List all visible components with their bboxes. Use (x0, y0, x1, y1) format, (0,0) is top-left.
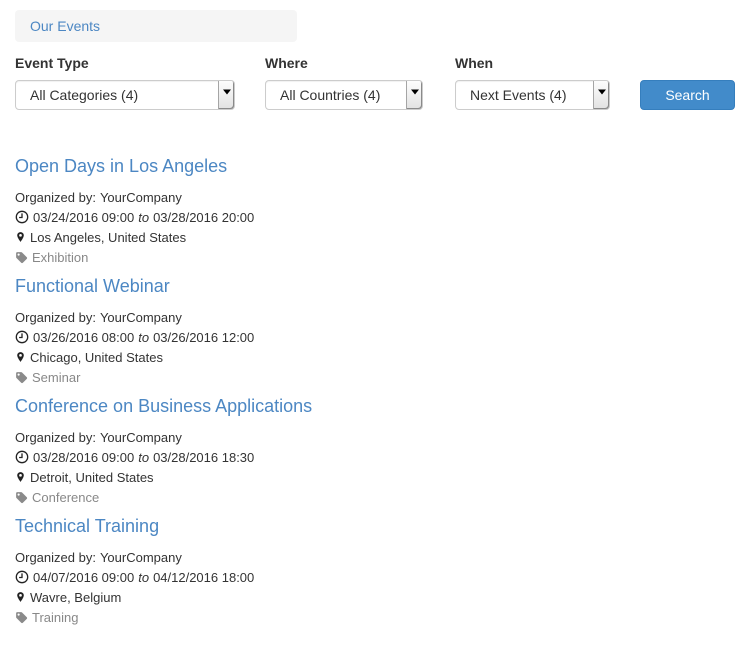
event-organizer-line: Organized by: YourCompany (15, 188, 735, 208)
event-tag: Exhibition (32, 250, 88, 265)
event-organizer-line: Organized by: YourCompany (15, 428, 735, 448)
event-title-link[interactable]: Conference on Business Applications (15, 396, 312, 416)
filter-when-label: When (455, 55, 610, 72)
event-date-line: 03/28/2016 09:00 to 03/28/2016 18:30 (15, 448, 735, 468)
clock-icon (15, 210, 29, 224)
event-date-start: 04/07/2016 09:00 (33, 570, 134, 585)
date-separator: to (138, 330, 149, 345)
event-organizer-line: Organized by: YourCompany (15, 308, 735, 328)
event-title-link[interactable]: Technical Training (15, 516, 159, 536)
tag-icon (15, 251, 28, 264)
where-select[interactable]: All Countries (4) (265, 80, 423, 110)
event-location: Chicago, United States (30, 350, 163, 365)
event-organizer-line: Organized by: YourCompany (15, 548, 735, 568)
map-marker-icon (15, 590, 26, 604)
event-date-line: 03/26/2016 08:00 to 03/26/2016 12:00 (15, 328, 735, 348)
event-tag-line: Training (15, 608, 735, 628)
clock-icon (15, 570, 29, 584)
clock-icon (15, 450, 29, 464)
organized-by-label: Organized by: (15, 550, 96, 565)
event-date-start: 03/28/2016 09:00 (33, 450, 134, 465)
when-selected-value: Next Events (4) (456, 81, 566, 109)
event-card: Functional Webinar Organized by: YourComp… (15, 276, 735, 388)
organized-by-label: Organized by: (15, 310, 96, 325)
tag-icon (15, 611, 28, 624)
page-container: Our Events Event Type All Categories (4)… (0, 0, 750, 628)
event-date-end: 03/28/2016 20:00 (153, 210, 254, 225)
date-separator: to (138, 570, 149, 585)
event-date-end: 04/12/2016 18:00 (153, 570, 254, 585)
event-location-line: Detroit, United States (15, 468, 735, 488)
date-separator: to (138, 450, 149, 465)
organizer-name: YourCompany (100, 550, 182, 565)
chevron-down-icon (593, 81, 609, 109)
event-date-end: 03/26/2016 12:00 (153, 330, 254, 345)
event-title-link[interactable]: Open Days in Los Angeles (15, 156, 227, 176)
event-tag-line: Seminar (15, 368, 735, 388)
organized-by-label: Organized by: (15, 190, 96, 205)
tag-icon (15, 371, 28, 384)
search-button[interactable]: Search (640, 80, 735, 110)
map-marker-icon (15, 230, 26, 244)
event-tag-line: Exhibition (15, 248, 735, 268)
chevron-down-icon (406, 81, 422, 109)
filter-event-type: Event Type All Categories (4) (15, 55, 235, 110)
where-selected-value: All Countries (4) (266, 81, 380, 109)
event-location: Detroit, United States (30, 470, 154, 485)
organized-by-label: Organized by: (15, 430, 96, 445)
organizer-name: YourCompany (100, 430, 182, 445)
event-card: Conference on Business Applications Orga… (15, 396, 735, 508)
map-marker-icon (15, 350, 26, 364)
event-list: Open Days in Los Angeles Organized by: Yo… (15, 156, 735, 628)
clock-icon (15, 330, 29, 344)
filter-where: Where All Countries (4) (265, 55, 423, 110)
event-location: Los Angeles, United States (30, 230, 186, 245)
map-marker-icon (15, 470, 26, 484)
organizer-name: YourCompany (100, 310, 182, 325)
event-date-end: 03/28/2016 18:30 (153, 450, 254, 465)
tag-icon (15, 491, 28, 504)
when-select[interactable]: Next Events (4) (455, 80, 610, 110)
event-search-filters: Event Type All Categories (4) Where All … (15, 55, 735, 110)
chevron-down-icon (218, 81, 234, 109)
event-date-start: 03/26/2016 08:00 (33, 330, 134, 345)
event-tag-line: Conference (15, 488, 735, 508)
event-date-line: 04/07/2016 09:00 to 04/12/2016 18:00 (15, 568, 735, 588)
event-type-select[interactable]: All Categories (4) (15, 80, 235, 110)
filter-where-label: Where (265, 55, 423, 72)
event-tag: Seminar (32, 370, 80, 385)
event-card: Open Days in Los Angeles Organized by: Yo… (15, 156, 735, 268)
organizer-name: YourCompany (100, 190, 182, 205)
event-card: Technical Training Organized by: YourComp… (15, 516, 735, 628)
event-type-selected-value: All Categories (4) (16, 81, 138, 109)
breadcrumb-link-our-events[interactable]: Our Events (30, 18, 100, 34)
search-button-column: Search (640, 55, 735, 110)
event-location-line: Chicago, United States (15, 348, 735, 368)
event-title-link[interactable]: Functional Webinar (15, 276, 170, 296)
event-tag: Training (32, 610, 78, 625)
event-location: Wavre, Belgium (30, 590, 121, 605)
event-date-start: 03/24/2016 09:00 (33, 210, 134, 225)
event-tag: Conference (32, 490, 99, 505)
date-separator: to (138, 210, 149, 225)
event-location-line: Wavre, Belgium (15, 588, 735, 608)
filter-when: When Next Events (4) (455, 55, 610, 110)
event-location-line: Los Angeles, United States (15, 228, 735, 248)
filter-event-type-label: Event Type (15, 55, 235, 72)
event-date-line: 03/24/2016 09:00 to 03/28/2016 20:00 (15, 208, 735, 228)
breadcrumb: Our Events (15, 10, 297, 42)
